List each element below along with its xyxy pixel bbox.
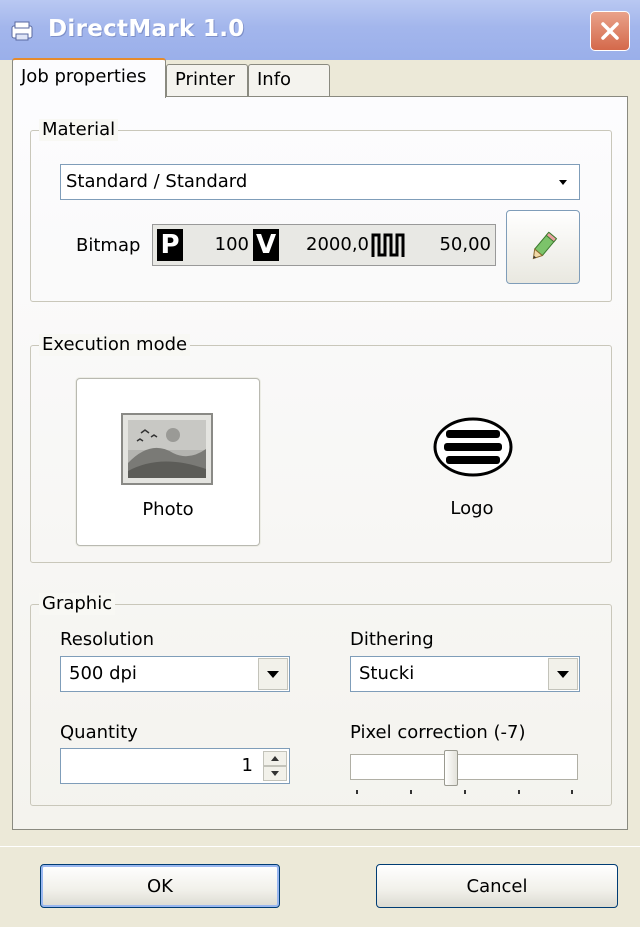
cancel-button[interactable]: Cancel bbox=[376, 864, 618, 908]
slider-tick bbox=[518, 790, 520, 794]
quantity-value: 1 bbox=[241, 755, 253, 776]
window-title: DirectMark 1.0 bbox=[48, 16, 245, 42]
increment-button[interactable] bbox=[263, 751, 287, 766]
pixel-correction-slider[interactable] bbox=[350, 754, 578, 780]
quantity-stepper[interactable]: 1 bbox=[60, 748, 290, 784]
bitmap-parameters: P 100 V 2000,0 50,00 bbox=[152, 224, 496, 266]
photo-icon bbox=[121, 413, 213, 490]
title-bar: DirectMark 1.0 bbox=[0, 0, 640, 60]
pencil-icon bbox=[532, 231, 558, 260]
photo-mode-label: Photo bbox=[142, 499, 194, 520]
close-button[interactable] bbox=[590, 11, 630, 51]
edit-material-button[interactable] bbox=[506, 210, 580, 284]
power-value: 100 bbox=[214, 234, 249, 255]
material-select[interactable]: Standard / Standard bbox=[60, 164, 580, 200]
chevron-down-icon[interactable] bbox=[258, 658, 288, 690]
chevron-down-icon[interactable] bbox=[548, 658, 578, 690]
decrement-button[interactable] bbox=[263, 766, 287, 781]
material-select-value: Standard / Standard bbox=[66, 171, 248, 192]
material-legend: Material bbox=[39, 119, 119, 141]
frequency-value: 50,00 bbox=[439, 234, 491, 255]
dithering-value: Stucki bbox=[359, 663, 415, 684]
graphic-legend: Graphic bbox=[39, 593, 116, 615]
slider-tick bbox=[464, 790, 466, 794]
resolution-select[interactable]: 500 dpi bbox=[60, 656, 290, 692]
quantity-label: Quantity bbox=[60, 722, 138, 743]
photo-mode-button[interactable]: Photo bbox=[76, 378, 260, 546]
slider-tick bbox=[410, 790, 412, 794]
logo-mode-button[interactable]: Logo bbox=[380, 378, 564, 546]
slider-tick bbox=[356, 790, 358, 794]
dithering-label: Dithering bbox=[350, 629, 434, 650]
resolution-label: Resolution bbox=[60, 629, 155, 650]
slider-tick bbox=[571, 790, 573, 794]
logo-icon bbox=[432, 416, 514, 483]
app-icon bbox=[10, 20, 36, 42]
close-icon bbox=[601, 22, 619, 40]
tab-info[interactable]: Info bbox=[248, 64, 330, 96]
pixel-correction-label: Pixel correction (-7) bbox=[350, 722, 526, 743]
velocity-icon: V bbox=[253, 229, 279, 261]
power-icon: P bbox=[157, 229, 183, 261]
execution-mode-legend: Execution mode bbox=[39, 334, 191, 356]
resolution-value: 500 dpi bbox=[69, 663, 137, 684]
frequency-icon bbox=[371, 231, 409, 264]
chevron-down-icon[interactable] bbox=[548, 166, 578, 198]
tab-job-properties[interactable]: Job properties bbox=[12, 58, 166, 98]
logo-mode-label: Logo bbox=[450, 498, 494, 519]
tab-printer[interactable]: Printer bbox=[166, 64, 248, 96]
velocity-value: 2000,0 bbox=[306, 234, 369, 255]
bitmap-label: Bitmap bbox=[76, 235, 141, 256]
ok-button[interactable]: OK bbox=[40, 864, 280, 908]
slider-thumb[interactable] bbox=[444, 750, 459, 786]
dithering-select[interactable]: Stucki bbox=[350, 656, 580, 692]
